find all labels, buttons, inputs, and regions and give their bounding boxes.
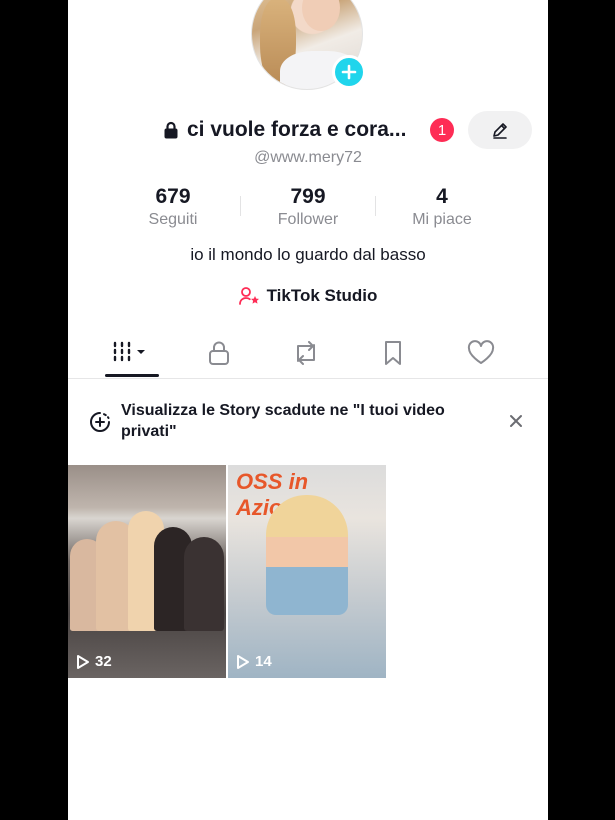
stat-followers[interactable]: 799 Follower [243,184,373,230]
stat-label: Follower [277,211,339,228]
tab-videos[interactable] [102,330,162,376]
video-thumbnail[interactable]: 32 [68,465,226,678]
stat-label: Seguiti [148,211,198,228]
lock-icon [164,121,178,139]
profile-screen: ci vuole forza e cora... 1 @www.mery72 6… [68,0,548,820]
profile-handle: @www.mery72 [254,149,362,166]
video-thumbnail[interactable]: OSS in Azione! 14 [228,465,386,678]
studio-label: TikTok Studio [266,286,378,305]
stats-row: 679 Seguiti 799 Follower 4 Mi piace [68,184,548,234]
repost-icon [297,341,315,365]
stat-label: Mi piace [412,211,472,228]
view-count-value: 32 [95,653,112,670]
profile-name-row: ci vuole forza e cora... [163,118,406,142]
profile-name: ci vuole forza e cora... [187,118,407,141]
edit-profile-button[interactable] [468,111,532,149]
avatar-container[interactable] [251,0,366,90]
banner-text: Visualizza le Story scadute ne "I tuoi v… [121,402,445,440]
view-count-value: 14 [255,653,272,670]
view-count: 14 [236,653,272,670]
play-icon [77,654,89,669]
heart-icon [467,340,495,364]
plus-icon [341,64,357,80]
stat-divider [240,196,241,216]
stat-value: 799 [290,185,326,208]
play-icon [237,654,249,669]
pencil-icon [493,123,507,139]
tab-reposts[interactable] [276,330,336,376]
stat-following[interactable]: 679 Seguiti [108,184,238,230]
creator-icon [238,287,259,305]
tiktok-studio-link[interactable]: TikTok Studio [68,286,548,306]
tab-liked[interactable] [451,330,511,376]
expired-stories-banner[interactable]: Visualizza le Story scadute ne "I tuoi v… [68,392,548,452]
stat-value: 679 [155,185,191,208]
profile-tabs [68,330,548,379]
video-grid: 32 OSS in Azione! 14 [68,465,548,678]
active-tab-indicator [105,374,159,377]
view-count: 32 [76,653,112,670]
close-icon[interactable] [509,414,523,428]
tab-saved[interactable] [363,330,423,376]
thumbnail-image [266,495,348,615]
videos-icon [113,341,145,362]
thumbnail-image [68,511,226,631]
notification-badge[interactable]: 1 [430,118,454,142]
stat-value: 4 [436,185,448,208]
stat-likes[interactable]: 4 Mi piace [377,184,507,230]
bookmark-icon [385,341,401,365]
tab-private[interactable] [189,330,249,376]
story-plus-icon [90,412,110,432]
lock-icon [209,341,229,365]
profile-bio: io il mondo lo guardo dal basso [190,245,426,264]
add-story-button[interactable] [332,55,366,89]
stat-divider [375,196,376,216]
